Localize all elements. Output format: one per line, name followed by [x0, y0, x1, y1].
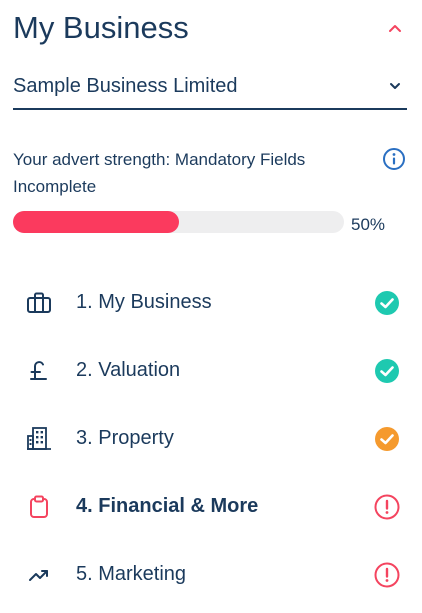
progress-fill	[13, 211, 179, 233]
alert-circle-icon	[374, 494, 400, 520]
step-my-business[interactable]: 1. My Business	[0, 268, 422, 336]
advert-strength-progress-bar	[13, 211, 344, 233]
page-title: My Business	[13, 10, 189, 45]
step-label: 5. Marketing	[76, 563, 187, 585]
step-label: 4. Financial & More	[76, 495, 259, 517]
step-marketing[interactable]: 5. Marketing	[0, 540, 422, 608]
check-circle-icon	[375, 359, 399, 383]
business-select-value: Sample Business Limited	[13, 75, 238, 97]
clipboard-icon	[30, 495, 48, 518]
step-label: 1. My Business	[76, 291, 212, 313]
check-circle-icon	[375, 291, 399, 315]
business-select[interactable]: Sample Business Limited	[13, 68, 407, 110]
panel-header: My Business	[13, 8, 411, 48]
step-property[interactable]: 3. Property	[0, 404, 422, 472]
step-valuation[interactable]: 2. Valuation	[0, 336, 422, 404]
info-icon[interactable]	[382, 147, 406, 171]
chevron-down-icon	[390, 83, 400, 89]
progress-percent-label: 50%	[351, 215, 386, 234]
my-business-panel: My Business Sample Business Limited Your…	[0, 0, 422, 613]
step-financial-and-more[interactable]: 4. Financial & More	[0, 472, 422, 540]
briefcase-icon	[27, 292, 51, 313]
chevron-up-icon[interactable]	[385, 18, 405, 38]
check-circle-icon	[375, 427, 399, 451]
building-icon	[27, 427, 51, 450]
steps-list: 1. My Business 2. Valuation 3. Property …	[0, 268, 422, 608]
alert-circle-icon	[374, 562, 400, 588]
step-label: 3. Property	[76, 427, 174, 449]
advert-strength-text: Your advert strength: Mandatory Fields I…	[13, 150, 306, 196]
trending-up-icon	[29, 570, 48, 581]
step-label: 2. Valuation	[76, 359, 181, 381]
pound-icon	[30, 361, 47, 380]
